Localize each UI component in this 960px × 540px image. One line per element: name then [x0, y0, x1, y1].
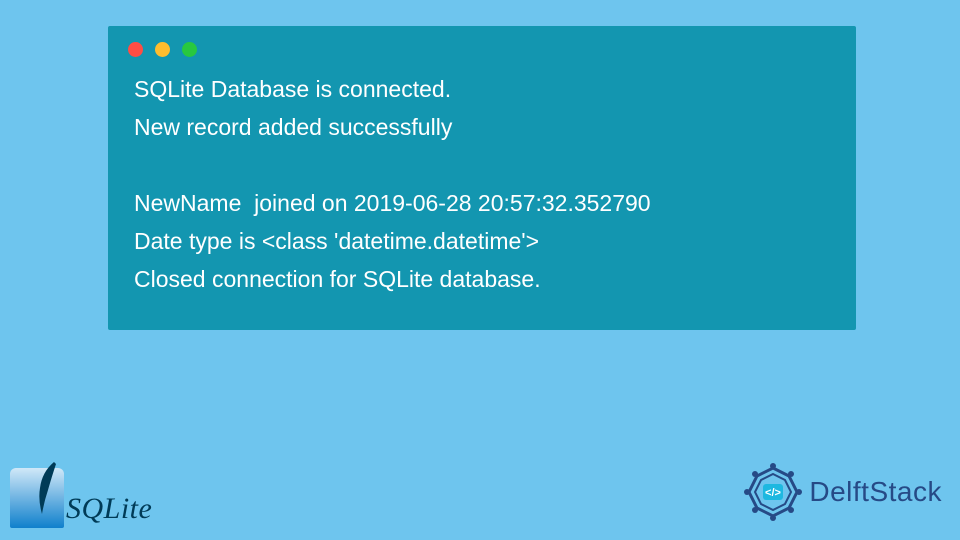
feather-icon	[34, 460, 58, 516]
delftstack-label: DelftStack	[809, 476, 942, 508]
terminal-line: NewName joined on 2019-06-28 20:57:32.35…	[134, 185, 830, 223]
delftstack-badge-icon: </>	[741, 460, 805, 524]
window-controls	[108, 26, 856, 61]
terminal-line: New record added successfully	[134, 109, 830, 147]
svg-text:</>: </>	[765, 487, 781, 499]
terminal-blank-line	[134, 147, 830, 185]
terminal-line: Date type is <class 'datetime.datetime'>	[134, 223, 830, 261]
sqlite-icon	[10, 468, 64, 528]
terminal-line: Closed connection for SQLite database.	[134, 261, 830, 299]
delftstack-logo: </> DelftStack	[741, 460, 942, 524]
minimize-icon[interactable]	[155, 42, 170, 57]
sqlite-logo: SQLite	[10, 468, 152, 528]
maximize-icon[interactable]	[182, 42, 197, 57]
terminal-line: SQLite Database is connected.	[134, 71, 830, 109]
sqlite-label: SQLite	[66, 492, 152, 528]
terminal-window: SQLite Database is connected. New record…	[108, 26, 856, 330]
close-icon[interactable]	[128, 42, 143, 57]
terminal-body: SQLite Database is connected. New record…	[108, 61, 856, 309]
